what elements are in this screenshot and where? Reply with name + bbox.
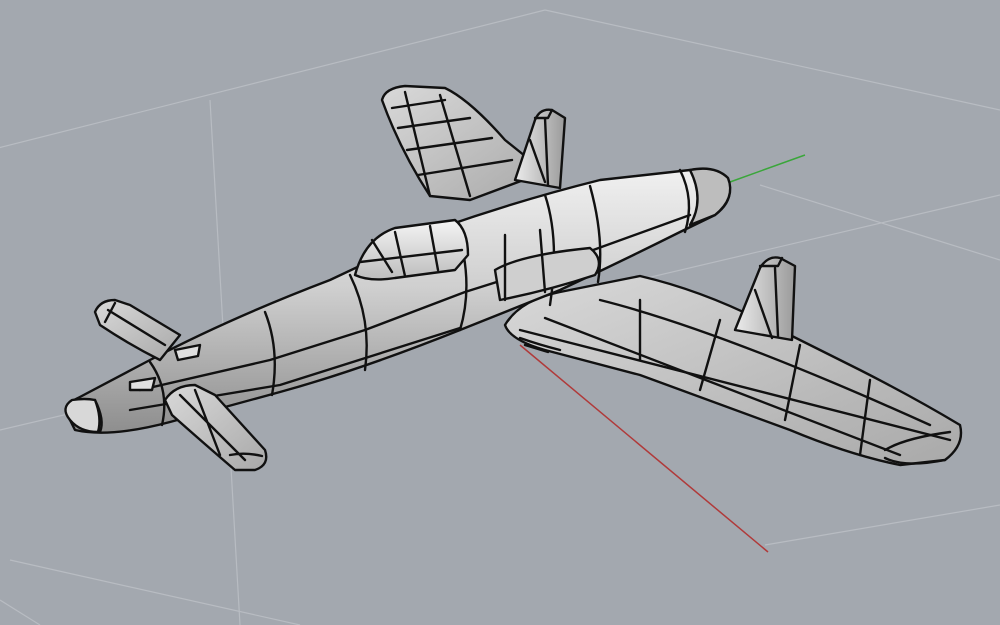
grid-line <box>0 599 41 625</box>
cockpit-canopy[interactable] <box>353 218 470 281</box>
right-wingtip-fin[interactable] <box>733 256 797 342</box>
grid-line <box>759 184 1000 261</box>
viewport-canvas[interactable] <box>0 0 1000 625</box>
jet-aircraft-model[interactable] <box>64 84 963 472</box>
left-canard[interactable] <box>93 298 182 362</box>
right-wing[interactable] <box>503 274 963 467</box>
3d-viewport[interactable] <box>0 0 1000 625</box>
left-wing[interactable] <box>380 84 547 202</box>
left-wingtip-fin[interactable] <box>513 108 567 190</box>
nose-cone[interactable] <box>64 397 101 434</box>
y-axis-line <box>729 154 806 183</box>
grid-line <box>9 559 301 625</box>
grid-line <box>764 504 1000 546</box>
grid-line <box>544 9 1000 111</box>
